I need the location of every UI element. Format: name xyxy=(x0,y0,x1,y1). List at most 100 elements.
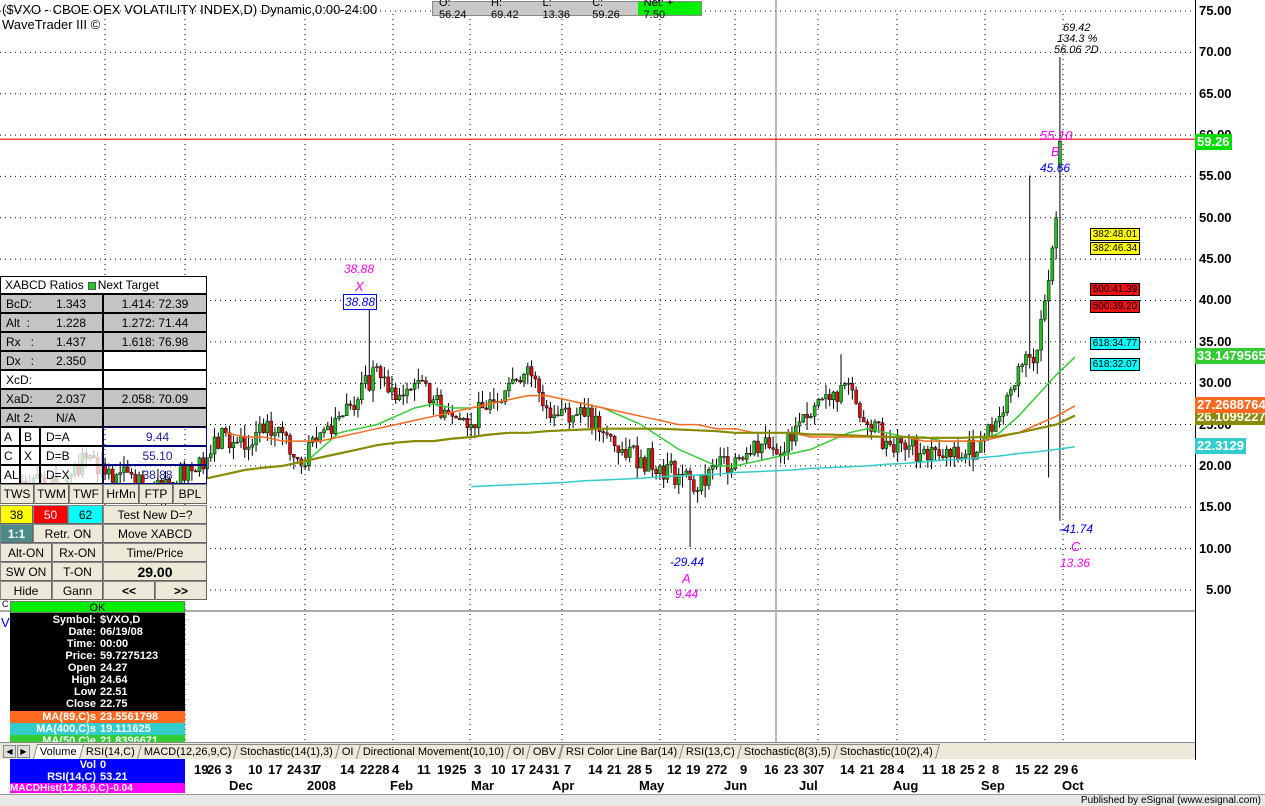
candle-down xyxy=(458,417,462,421)
ratio-button[interactable]: 1:1 xyxy=(0,524,33,543)
tab-scroll-left-icon[interactable]: ◀ xyxy=(3,745,16,758)
ma89-tag: 27.2688764 xyxy=(1195,397,1265,413)
twf-button[interactable]: TWF xyxy=(69,484,103,504)
tab-study[interactable]: Stochastic(10(2),4) xyxy=(832,744,940,759)
candle-down xyxy=(850,382,855,391)
move-xabcd-button[interactable]: Move XABCD xyxy=(103,524,207,543)
info-label: Time: xyxy=(66,638,96,650)
candle-up xyxy=(258,423,262,433)
point-b-cell[interactable]: X xyxy=(20,446,40,465)
price-tick-label: 50.00 xyxy=(1199,209,1232,225)
info-label: Price: xyxy=(65,650,96,662)
date-tick-label: 2 xyxy=(978,762,986,777)
fib-target-label: 382:48.01 xyxy=(1090,228,1140,241)
tab-study[interactable]: RSI(13,C) xyxy=(678,744,742,759)
ratio-cell: Rx : 1.437 xyxy=(0,332,103,351)
candle-up xyxy=(1009,389,1013,396)
ratio-row: Alt : 1.228 1.272: 71.44 xyxy=(0,313,207,332)
date-tick-label: 17 xyxy=(268,762,283,777)
candle-up xyxy=(884,440,889,449)
tab-study[interactable]: Volume xyxy=(32,744,84,759)
t-on-button[interactable]: T-ON xyxy=(52,562,103,581)
candle-down xyxy=(348,403,353,406)
tab-study[interactable]: RSI(14,C) xyxy=(78,744,142,759)
candle-up xyxy=(356,399,360,410)
candle-up xyxy=(1043,300,1047,320)
candle-down xyxy=(741,457,745,460)
retr-on-button[interactable]: Retr. ON xyxy=(33,524,103,543)
tab-study[interactable]: Stochastic(8(3),5) xyxy=(736,744,838,759)
fib-50-button[interactable]: 50 xyxy=(33,505,68,524)
date-tick-label: 24 xyxy=(529,762,544,777)
prev-button[interactable]: << xyxy=(103,581,155,600)
tab-study[interactable]: Stochastic(14(1),3) xyxy=(233,744,340,759)
bpl-button[interactable]: BPL xyxy=(173,484,207,504)
tab-label: Directional Movement(10,10) xyxy=(362,746,504,758)
point-a-cell[interactable]: A xyxy=(0,427,20,446)
point-b-cell[interactable]: B xyxy=(20,427,40,446)
value-field[interactable]: 29.00 xyxy=(103,562,207,581)
b-point-label: B xyxy=(1051,144,1060,159)
candle-down xyxy=(609,434,613,437)
price-tick-label: 65.00 xyxy=(1199,85,1232,101)
candle-up xyxy=(586,407,590,417)
ok-bar[interactable]: OK xyxy=(10,601,185,614)
tab-study[interactable]: RSI Color Line Bar(14) xyxy=(558,744,684,759)
candle-up xyxy=(1035,349,1040,364)
month-label: Aug xyxy=(893,778,919,793)
point-d-cell[interactable]: D=X xyxy=(40,465,103,484)
candle-up xyxy=(552,414,556,419)
candle-up xyxy=(820,398,824,401)
alt-on-button[interactable]: Alt-ON xyxy=(0,543,52,562)
tab-study[interactable]: MACD(12,26,9,C) xyxy=(136,744,239,759)
fib-62-button[interactable]: 62 xyxy=(68,505,103,524)
point-a-cell[interactable]: AL xyxy=(0,465,20,484)
hide-button[interactable]: Hide xyxy=(0,581,52,600)
time-price-button[interactable]: Time/Price xyxy=(103,543,207,562)
candle-up xyxy=(575,414,579,417)
point-d-cell[interactable]: D=A xyxy=(40,427,103,446)
candle-down xyxy=(835,391,840,402)
candle-up xyxy=(469,424,473,428)
rx-on-button[interactable]: Rx-ON xyxy=(52,543,103,562)
fib-38-button[interactable]: 38 xyxy=(0,505,33,524)
candle-up xyxy=(333,418,338,435)
gann-button[interactable]: Gann xyxy=(52,581,103,600)
ratio-label: BcD: xyxy=(6,296,33,311)
test-new-d-button[interactable]: Test New D=? xyxy=(103,505,207,524)
a-percent: -29.44 xyxy=(670,555,705,569)
candle-down xyxy=(492,399,496,402)
tab-scroll-right-icon[interactable]: ▶ xyxy=(17,745,30,758)
twm-button[interactable]: TWM xyxy=(34,484,69,504)
info-value: 24.27 xyxy=(100,662,128,674)
macd-label: MACDHist(12,26,9,C) xyxy=(10,783,109,793)
candle-up xyxy=(831,391,836,400)
tab-study[interactable]: OBV xyxy=(526,744,564,759)
next-button[interactable]: >> xyxy=(155,581,207,600)
info-line: Date: 06/19/08 xyxy=(10,626,185,638)
candle-up xyxy=(922,449,926,454)
candle-up xyxy=(699,474,704,491)
price-tick-label: 55.00 xyxy=(1199,168,1232,184)
target-cell: 1.414: 72.39 xyxy=(103,294,207,313)
candle-up xyxy=(843,383,847,386)
point-a-cell[interactable]: C xyxy=(0,446,20,465)
candle-up xyxy=(910,438,915,447)
tab-study[interactable]: Directional Movement(10,10) xyxy=(355,744,511,759)
date-tick-label: 30 xyxy=(803,762,818,777)
hrmn-button[interactable]: HrMn xyxy=(103,484,139,504)
target-value: 2.058: 70.09 xyxy=(121,391,189,406)
sw-on-button[interactable]: SW ON xyxy=(0,562,52,581)
panel-title: XABCD Ratios xyxy=(5,278,84,292)
date-tick-label: 24 xyxy=(287,762,302,777)
ftp-button[interactable]: FTP xyxy=(139,484,173,504)
point-d-cell[interactable]: D=B xyxy=(40,446,103,465)
chart-title: ($VXO - CBOE OEX VOLATILITY INDEX,D) Dyn… xyxy=(2,2,378,17)
date-tick-label: 7 xyxy=(314,762,322,777)
tws-button[interactable]: TWS xyxy=(0,484,34,504)
info-label: Symbol: xyxy=(52,614,96,626)
candle-down xyxy=(612,435,617,446)
date-tick-label: 10 xyxy=(248,762,263,777)
ratio-cell: XcD: xyxy=(0,370,103,389)
point-b-cell[interactable] xyxy=(20,465,40,484)
